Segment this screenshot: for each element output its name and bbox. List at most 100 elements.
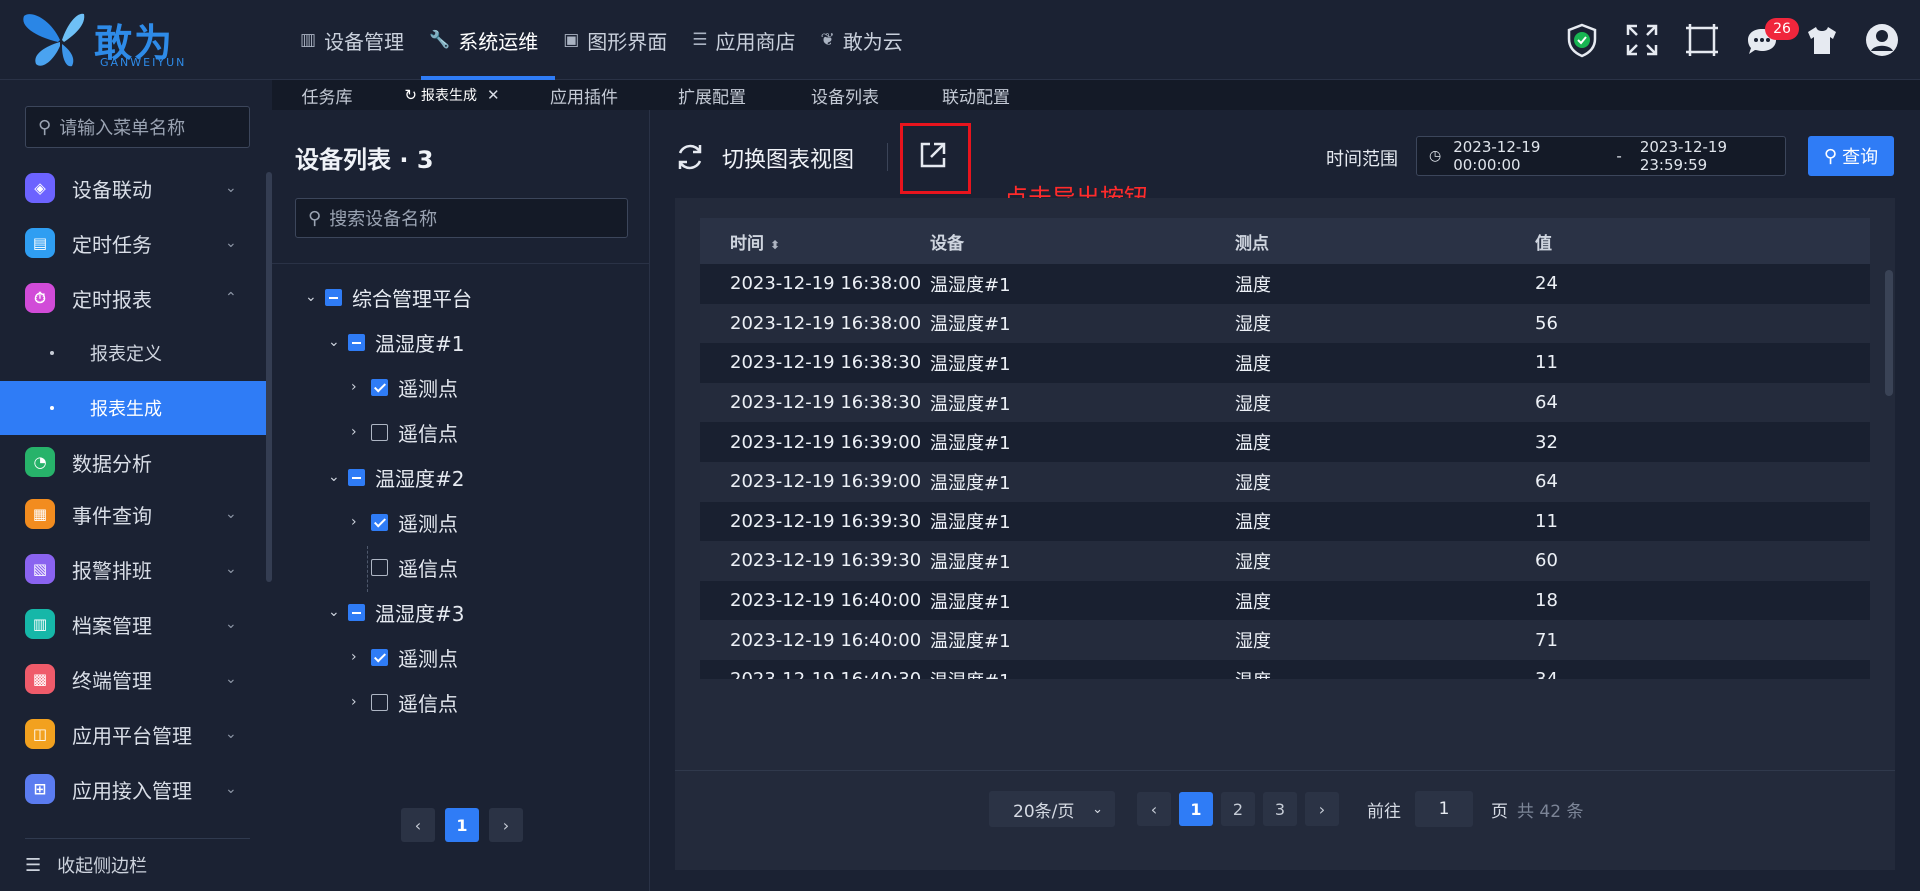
tab-app-plugin[interactable]: 应用插件	[522, 80, 646, 110]
page-size-select[interactable]: 20条/页 ⌄	[989, 791, 1115, 827]
page-button-2[interactable]: 2	[1221, 792, 1255, 826]
table-row[interactable]: 2023-12-19 16:39:00 温湿度#1 湿度 64	[700, 462, 1870, 502]
table-row[interactable]: 2023-12-19 16:38:00 温湿度#1 温度 24	[700, 264, 1870, 304]
tree-node-device-1[interactable]: ⌄ 温湿度#1	[328, 327, 464, 357]
tshirt-icon[interactable]	[1804, 22, 1840, 58]
tree-node-device-3[interactable]: ⌄ 温湿度#3	[328, 597, 464, 627]
expand-arrow-icon[interactable]: ›	[351, 694, 371, 710]
query-button[interactable]: ⚲ 查询	[1808, 136, 1894, 176]
tree-node-telesignal[interactable]: › 遥信点	[351, 687, 458, 717]
refresh-icon[interactable]: ↻	[404, 86, 417, 104]
nav-ganweiyun[interactable]: ❦ 敢为云	[813, 0, 920, 80]
node-checkbox[interactable]	[348, 333, 365, 351]
collapse-sidebar-button[interactable]: ☰ 收起侧边栏	[25, 850, 147, 880]
cell-point: 温度	[1235, 667, 1271, 679]
table-row[interactable]: 2023-12-19 16:40:00 温湿度#1 湿度 71	[700, 620, 1870, 660]
expand-arrow-icon[interactable]: ⌄	[328, 334, 348, 350]
sort-icon[interactable]: ⬍	[770, 238, 780, 252]
nav-device-management[interactable]: ▥ 设备管理	[292, 0, 421, 80]
goto-page-input[interactable]: 1	[1415, 791, 1473, 827]
expand-arrow-icon[interactable]: ⌄	[305, 289, 325, 305]
node-checkbox[interactable]	[348, 603, 365, 621]
cell-point: 温度	[1235, 512, 1271, 534]
tab-report-generate[interactable]: ↻ 报表生成 ✕	[382, 80, 522, 110]
expand-arrow-icon[interactable]: ›	[351, 649, 371, 665]
expand-arrow-icon[interactable]: ⌄	[328, 469, 348, 485]
table-row[interactable]: 2023-12-19 16:38:00 温湿度#1 湿度 56	[700, 303, 1870, 344]
toggle-chart-view-label[interactable]: 切换图表视图	[722, 142, 854, 174]
sidebar-item-label: 应用平台管理	[72, 723, 192, 748]
table-row[interactable]: 2023-12-19 16:39:00 温湿度#1 温度 32	[700, 422, 1870, 462]
tree-node-telemetry[interactable]: › 遥测点	[351, 372, 458, 402]
sidebar-item-app-access-management[interactable]: ⊞ 应用接入管理 ⌄	[0, 767, 266, 811]
column-label: 时间	[730, 233, 764, 254]
security-shield-icon[interactable]	[1564, 22, 1600, 58]
expand-arrow-icon[interactable]: ›	[351, 424, 371, 440]
tree-node-telesignal[interactable]: 遥信点	[351, 552, 458, 582]
table-scrollbar[interactable]	[1885, 270, 1893, 396]
tab-task-library[interactable]: 任务库	[272, 80, 382, 110]
tab-label: 任务库	[301, 87, 353, 108]
next-page-button[interactable]: ›	[1305, 792, 1339, 826]
tab-extension-config[interactable]: 扩展配置	[646, 80, 778, 110]
time-range-picker[interactable]: ◷ 2023-12-19 00:00:00 - 2023-12-19 23:59…	[1416, 136, 1786, 176]
sidebar-item-terminal-management[interactable]: ▩ 终端管理 ⌄	[0, 657, 266, 701]
tree-node-telesignal[interactable]: › 遥信点	[351, 417, 458, 447]
node-checkbox[interactable]	[348, 468, 365, 486]
node-checkbox[interactable]	[371, 423, 388, 441]
refresh-icon[interactable]	[673, 140, 707, 174]
sidebar-item-data-analysis[interactable]: ◔ 数据分析	[0, 440, 266, 484]
menu-search-input[interactable]: ⚲ 请输入菜单名称	[25, 106, 250, 148]
tree-node-telemetry[interactable]: › 遥测点	[351, 642, 458, 672]
table-row[interactable]: 2023-12-19 16:38:30 温湿度#1 温度 11	[700, 343, 1870, 383]
column-header-time[interactable]: 时间 ⬍	[730, 229, 780, 254]
sidebar-item-scheduled-report[interactable]: ⏱ 定时报表 ⌃	[0, 276, 266, 320]
avatar-icon[interactable]	[1864, 22, 1900, 58]
node-checkbox[interactable]	[371, 648, 388, 666]
tab-linkage-config[interactable]: 联动配置	[912, 80, 1040, 110]
fullscreen-icon[interactable]	[1624, 22, 1660, 58]
sidebar-item-app-platform-management[interactable]: ◫ 应用平台管理 ⌄	[0, 712, 266, 756]
node-checkbox[interactable]	[371, 513, 388, 531]
close-icon[interactable]: ✕	[487, 86, 500, 104]
nav-system-ops[interactable]: 🔧 系统运维	[421, 0, 556, 80]
sidebar-subitem-report-generate[interactable]: 报表生成	[0, 381, 266, 435]
tab-device-list[interactable]: 设备列表	[778, 80, 912, 110]
sidebar-item-event-query[interactable]: ▦ 事件查询 ⌄	[0, 492, 266, 536]
logo[interactable]: 敢为云 GANWEIYUN	[20, 8, 200, 120]
sidebar-item-alarm-schedule[interactable]: ▧ 报警排班 ⌄	[0, 547, 266, 591]
tree-node-platform[interactable]: ⌄ 综合管理平台	[305, 282, 472, 312]
page-button[interactable]: 1	[445, 808, 479, 842]
expand-arrow-icon[interactable]: ›	[351, 379, 371, 395]
page-button-1[interactable]: 1	[1179, 792, 1213, 826]
tree-node-telemetry[interactable]: › 遥测点	[351, 507, 458, 537]
node-checkbox[interactable]	[325, 288, 342, 306]
sidebar-item-device-linkage[interactable]: ◈ 设备联动 ⌄	[0, 166, 266, 210]
node-checkbox[interactable]	[371, 378, 388, 396]
node-checkbox[interactable]	[371, 693, 388, 711]
prev-page-button[interactable]: ‹	[1137, 792, 1171, 826]
search-icon: ⚲	[38, 116, 52, 138]
nav-app-store[interactable]: ☰ 应用商店	[684, 0, 812, 80]
page-button-3[interactable]: 3	[1263, 792, 1297, 826]
sidebar-item-archive-management[interactable]: ▥ 档案管理 ⌄	[0, 602, 266, 646]
device-search-input[interactable]: ⚲ 搜索设备名称	[295, 198, 628, 238]
screen-frame-icon[interactable]	[1684, 22, 1720, 58]
expand-arrow-icon[interactable]: ›	[351, 514, 371, 530]
device-search-placeholder: 搜索设备名称	[329, 209, 438, 230]
prev-page-button[interactable]: ‹	[401, 808, 435, 842]
sidebar-item-scheduled-task[interactable]: ▤ 定时任务 ⌄	[0, 221, 266, 265]
sidebar-subitem-report-definition[interactable]: 报表定义	[0, 326, 266, 380]
cell-time: 2023-12-19 16:38:30	[730, 392, 922, 414]
node-checkbox[interactable]	[371, 558, 388, 576]
nav-graphic-ui[interactable]: ▣ 图形界面	[555, 0, 684, 80]
tree-node-device-2[interactable]: ⌄ 温湿度#2	[328, 462, 464, 492]
table-row[interactable]: 2023-12-19 16:39:30 温湿度#1 湿度 60	[700, 541, 1870, 581]
table-row[interactable]: 2023-12-19 16:39:30 温湿度#1 温度 11	[700, 501, 1870, 542]
table-row[interactable]: 2023-12-19 16:40:30 温湿度#1 温度 34	[700, 660, 1870, 679]
cell-value: 34	[1535, 669, 1558, 679]
expand-arrow-icon[interactable]: ⌄	[328, 604, 348, 620]
table-row[interactable]: 2023-12-19 16:38:30 温湿度#1 湿度 64	[700, 382, 1870, 423]
next-page-button[interactable]: ›	[489, 808, 523, 842]
table-row[interactable]: 2023-12-19 16:40:00 温湿度#1 温度 18	[700, 580, 1870, 621]
